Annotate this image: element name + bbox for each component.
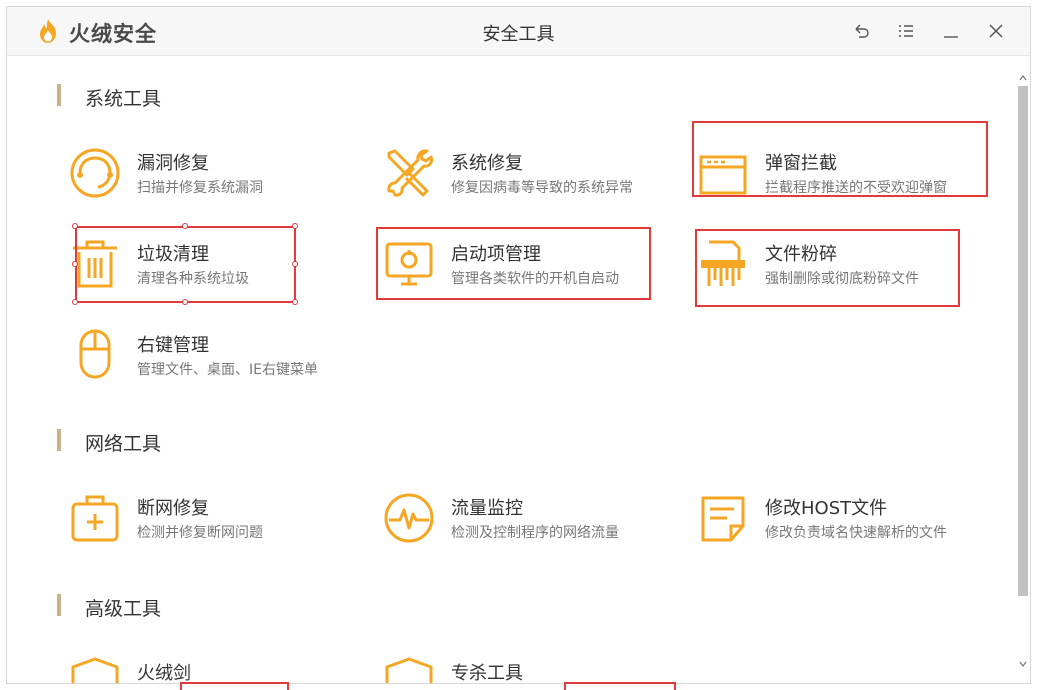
highlight-popup-block [692,121,988,197]
section-bar [57,594,61,616]
highlight-partial-bottom [180,682,289,690]
network-repair-icon [69,492,121,544]
special-kill-icon [383,657,435,683]
tool-right-click-manager[interactable]: 右键管理 管理文件、桌面、IE右键菜单 [69,329,369,389]
scroll-down-icon[interactable] [1018,659,1028,669]
tool-network-repair[interactable]: 断网修复 检测并修复断网问题 [69,492,369,552]
tool-description: 检测并修复断网问题 [137,525,263,541]
title-bar: 火绒安全 安全工具 [7,7,1030,56]
tool-title: 断网修复 [137,498,209,519]
back-arrow-icon [855,24,869,38]
selection-handle[interactable] [292,223,298,229]
section-title: 高级工具 [85,598,162,620]
vulnerability-repair-icon [69,147,121,199]
tool-description: 扫描并修复系统漏洞 [137,180,263,196]
window-title: 安全工具 [482,24,555,45]
section-title: 系统工具 [85,88,162,110]
section-title: 网络工具 [85,433,162,455]
selection-handle[interactable] [292,261,298,267]
tool-title: 流量监控 [451,498,523,519]
selection-handle[interactable] [182,299,188,305]
tool-title: 漏洞修复 [137,153,209,174]
selection-handle[interactable] [182,223,188,229]
traffic-monitor-icon [383,492,435,544]
back-button[interactable] [851,21,871,41]
section-bar [57,429,61,451]
menu-lines-icon [899,25,913,37]
minimize-button[interactable] [941,21,961,41]
huorong-sword-icon [69,657,121,683]
mouse-icon [69,329,121,381]
scrollbar-thumb[interactable] [1018,86,1028,596]
tool-description: 管理文件、桌面、IE右键菜单 [137,362,318,378]
scrollbar[interactable] [1016,69,1030,675]
tool-title: 系统修复 [451,153,523,174]
tool-title: 修改HOST文件 [765,498,888,519]
close-button[interactable] [986,21,1006,41]
selection-handle[interactable] [72,223,78,229]
tool-description: 修复因病毒等导致的系统异常 [451,180,633,196]
tool-title: 专杀工具 [451,663,523,684]
highlight-partial-bottom [564,682,676,690]
highlight-file-shredder [695,229,960,307]
tool-traffic-monitor[interactable]: 流量监控 检测及控制程序的网络流量 [383,492,683,552]
host-file-icon [697,492,749,544]
tool-description: 检测及控制程序的网络流量 [451,525,619,541]
close-icon [989,24,1003,38]
section-bar [57,84,61,106]
system-repair-icon [383,147,435,199]
tool-vulnerability-repair[interactable]: 漏洞修复 扫描并修复系统漏洞 [69,147,369,207]
app-window: 火绒安全 安全工具 系统工具 漏洞修复 扫描并修复系统漏洞 系统修复 修复因病毒… [6,6,1031,684]
selection-handle[interactable] [72,299,78,305]
selection-handle[interactable] [72,261,78,267]
selection-handle[interactable] [292,299,298,305]
minimize-icon [944,36,958,38]
tool-title: 右键管理 [137,335,209,356]
tool-huorong-sword[interactable]: 火绒剑 [69,657,369,684]
tool-title: 火绒剑 [137,663,191,684]
tool-special-kill[interactable]: 专杀工具 [383,657,683,684]
tool-system-repair[interactable]: 系统修复 修复因病毒等导致的系统异常 [383,147,683,207]
highlight-startup-manager [376,227,651,300]
menu-button[interactable] [896,21,916,41]
tool-description: 修改负责域名快速解析的文件 [765,525,947,541]
scroll-up-icon[interactable] [1018,73,1028,83]
highlight-junk-cleanup [75,226,296,303]
tool-host-file[interactable]: 修改HOST文件 修改负责域名快速解析的文件 [697,492,997,552]
